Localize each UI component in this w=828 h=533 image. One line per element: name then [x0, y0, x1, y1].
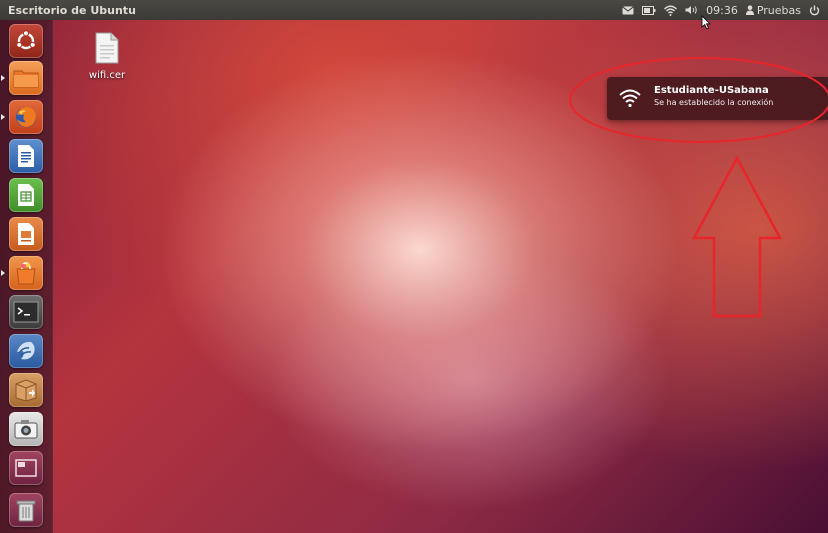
mouse-cursor-icon — [701, 15, 711, 30]
annotation-arrow — [691, 155, 783, 318]
desktop-screen: Escritorio de Ubuntu 09:36 Pruebas wifi.… — [0, 0, 828, 533]
annotation-overlay — [569, 57, 828, 318]
annotation-ellipse — [569, 57, 828, 143]
